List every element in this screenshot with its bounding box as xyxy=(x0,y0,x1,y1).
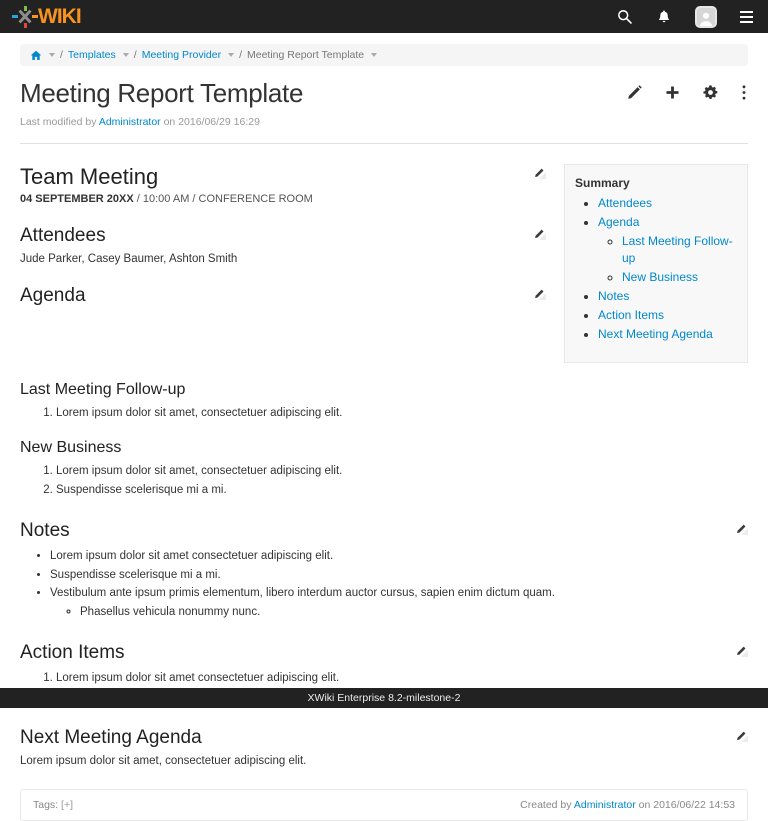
list-item: Phasellus vehicula nonummy nunc. xyxy=(80,605,748,621)
summary-link-notes[interactable]: Notes xyxy=(598,289,629,303)
add-tag-button[interactable]: [+] xyxy=(61,799,73,811)
list-item: Vestibulum ante ipsum primis elementum, … xyxy=(50,586,748,620)
list-item: New Business xyxy=(622,269,739,285)
modified-by-user-link[interactable]: Administrator xyxy=(99,116,161,128)
heading-last-meeting-follow-up: Last Meeting Follow-up xyxy=(20,381,748,399)
heading-attendees: Attendees xyxy=(20,225,106,247)
xwiki-logo-mark-icon xyxy=(13,4,37,30)
home-icon[interactable] xyxy=(30,50,42,61)
breadcrumb: / Templates / Meeting Provider / Meeting… xyxy=(20,44,748,66)
summary-link-agenda[interactable]: Agenda xyxy=(598,215,639,229)
xwiki-logo[interactable]: WIKI xyxy=(13,4,81,30)
list-item: Last Meeting Follow-up xyxy=(622,233,739,265)
search-icon[interactable] xyxy=(614,6,635,27)
meeting-provider-dropdown-caret[interactable] xyxy=(228,53,234,57)
list-item: Lorem ipsum dolor sit amet, consectetuer… xyxy=(56,464,748,480)
edit-section-pencil-icon[interactable] xyxy=(735,520,748,535)
list-item: Action Items xyxy=(598,307,739,323)
edit-pencil-icon[interactable] xyxy=(626,84,643,101)
edit-section-pencil-icon[interactable] xyxy=(533,285,546,300)
created-by-user-link[interactable]: Administrator xyxy=(574,799,636,811)
summary-link-last-meeting-follow-up[interactable]: Last Meeting Follow-up xyxy=(622,234,733,264)
current-dropdown-caret[interactable] xyxy=(371,53,377,57)
list-item: Next Meeting Agenda xyxy=(598,326,739,342)
attendees-names: Jude Parker, Casey Baumer, Ashton Smith xyxy=(20,253,546,265)
breadcrumb-link-templates[interactable]: Templates xyxy=(68,49,116,61)
next-meeting-text: Lorem ipsum dolor sit amet, consectetuer… xyxy=(20,755,748,767)
heading-notes: Notes xyxy=(20,520,70,542)
breadcrumb-current: Meeting Report Template xyxy=(247,49,364,61)
summary-title: Summary xyxy=(575,176,739,190)
last-modified-line: Last modified by Administrator on 2016/0… xyxy=(20,116,748,128)
edit-section-pencil-icon[interactable] xyxy=(735,642,748,657)
summary-link-attendees[interactable]: Attendees xyxy=(598,196,652,210)
list-item: Suspendisse scelerisque mi a mi. xyxy=(50,568,748,584)
more-actions-kebab-icon[interactable] xyxy=(740,84,748,101)
user-avatar-icon xyxy=(695,6,717,28)
top-navbar: WIKI xyxy=(0,0,768,33)
home-dropdown-caret[interactable] xyxy=(49,53,55,57)
list-item: Agenda Last Meeting Follow-up New Busine… xyxy=(598,214,739,285)
page-actions xyxy=(626,78,748,101)
heading-new-business: New Business xyxy=(20,439,748,457)
drawer-menu-icon[interactable] xyxy=(738,9,755,25)
notifications-bell-icon[interactable] xyxy=(654,7,674,27)
edit-section-pencil-icon[interactable] xyxy=(735,727,748,742)
heading-next-meeting-agenda: Next Meeting Agenda xyxy=(20,727,202,749)
summary-link-new-business[interactable]: New Business xyxy=(622,270,698,284)
list-item: Lorem ipsum dolor sit amet consectetuer … xyxy=(50,549,748,565)
list-item: Notes xyxy=(598,288,739,304)
list-item: Lorem ipsum dolor sit amet, consectetuer… xyxy=(56,406,748,422)
doc-title: Team Meeting xyxy=(20,164,158,190)
page-title: Meeting Report Template xyxy=(20,78,303,109)
list-item: Attendees xyxy=(598,195,739,211)
list-item: Suspendisse scelerisque mi a mi. xyxy=(56,483,748,499)
edit-section-pencil-icon[interactable] xyxy=(533,225,546,240)
breadcrumb-link-meeting-provider[interactable]: Meeting Provider xyxy=(142,49,221,61)
meeting-meta: 04 SEPTEMBER 20XX / 10:00 AM / CONFERENC… xyxy=(20,193,546,205)
version-footer: XWiki Enterprise 8.2-milestone-2 xyxy=(0,688,768,708)
tags-area: Tags: [+] xyxy=(33,799,73,811)
doc-footer: Tags: [+] Created by Administrator on 20… xyxy=(20,789,748,821)
header-divider xyxy=(20,143,748,144)
created-by-line: Created by Administrator on 2016/06/22 1… xyxy=(520,799,735,811)
settings-gear-icon[interactable] xyxy=(702,84,719,101)
summary-link-action-items[interactable]: Action Items xyxy=(598,308,664,322)
summary-link-next-meeting-agenda[interactable]: Next Meeting Agenda xyxy=(598,327,713,341)
user-avatar[interactable] xyxy=(693,4,719,30)
heading-action-items: Action Items xyxy=(20,642,125,664)
list-item: Lorem ipsum dolor sit amet consectetuer … xyxy=(56,671,748,687)
templates-dropdown-caret[interactable] xyxy=(123,53,129,57)
heading-agenda: Agenda xyxy=(20,285,86,307)
create-plus-icon[interactable] xyxy=(664,84,681,101)
xwiki-logo-text: WIKI xyxy=(38,5,81,29)
summary-panel: Summary Attendees Agenda Last Meeting Fo… xyxy=(564,164,748,363)
edit-section-pencil-icon[interactable] xyxy=(533,164,546,179)
